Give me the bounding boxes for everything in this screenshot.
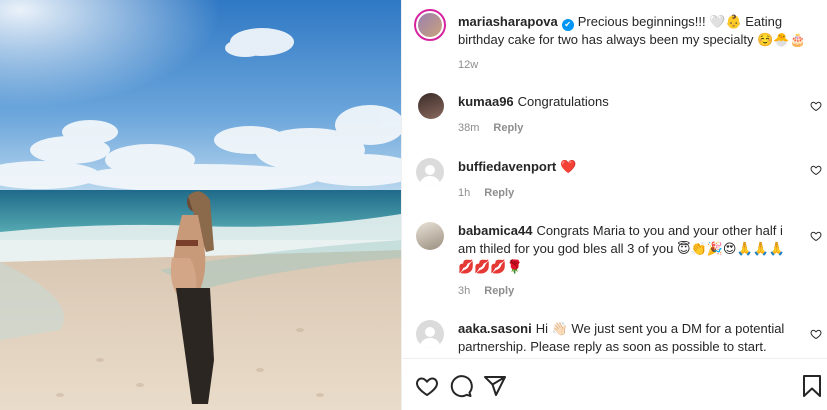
like-comment-heart-icon[interactable] [810, 100, 822, 112]
post-image[interactable] [0, 0, 401, 410]
commenter-username[interactable]: buffiedavenport [458, 159, 556, 174]
verified-badge-icon: ✔ [561, 19, 574, 31]
post-timestamp[interactable]: 12w [458, 59, 478, 71]
comment-time: 38m [458, 122, 480, 134]
author-username[interactable]: mariasharapova [458, 14, 558, 29]
like-comment-heart-icon[interactable] [810, 164, 822, 176]
commenter-avatar[interactable] [416, 320, 444, 348]
comment-text: Congratulations [517, 94, 609, 109]
comment-time: 1h [458, 187, 471, 199]
post-action-bar [402, 358, 827, 410]
reply-button[interactable]: Reply [493, 122, 523, 134]
comment-icon[interactable] [449, 374, 473, 398]
like-comment-heart-icon[interactable] [810, 230, 822, 242]
comment-text: ❤️ [560, 159, 577, 174]
share-icon[interactable] [483, 374, 507, 398]
bookmark-icon[interactable] [800, 374, 824, 398]
commenter-username[interactable]: kumaa96 [458, 94, 514, 109]
reply-button[interactable]: Reply [484, 187, 514, 199]
reply-button[interactable]: Reply [484, 285, 514, 297]
author-avatar[interactable] [414, 9, 446, 41]
post-photo-beach [0, 0, 401, 410]
commenter-avatar[interactable] [416, 158, 444, 186]
heart-icon[interactable] [415, 374, 439, 398]
commenter-avatar[interactable] [416, 222, 444, 250]
post-caption: mariasharapova ✔ Precious beginnings!!! 🤍👶… [458, 13, 808, 49]
like-comment-heart-icon[interactable] [810, 328, 822, 340]
commenter-avatar[interactable] [418, 93, 444, 119]
commenter-username[interactable]: babamica44 [458, 223, 532, 238]
commenter-username[interactable]: aaka.sasoni [458, 321, 532, 336]
post-comments-panel: mariasharapova ✔ Precious beginnings!!! 🤍👶… [401, 0, 827, 410]
comment-time: 3h [458, 285, 471, 297]
